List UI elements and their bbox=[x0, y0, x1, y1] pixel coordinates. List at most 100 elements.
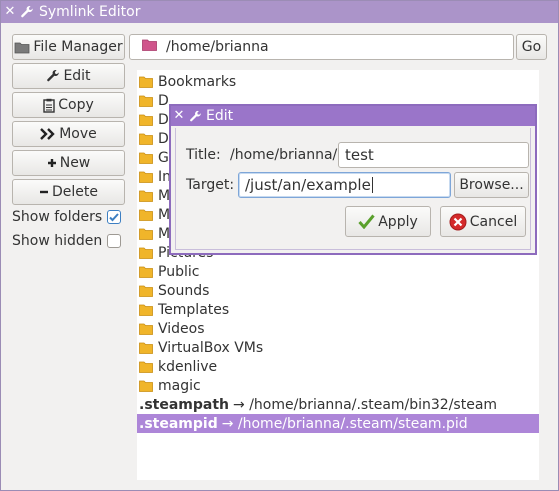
folder-row[interactable]: Bookmarks bbox=[137, 72, 539, 91]
go-button[interactable]: Go bbox=[516, 34, 547, 60]
clipboard-icon bbox=[43, 98, 55, 113]
folder-icon bbox=[139, 190, 153, 202]
folder-row[interactable]: VirtualBox VMs bbox=[137, 338, 539, 357]
show-hidden-row[interactable]: Show hidden bbox=[12, 233, 122, 249]
target-input-value: /just/an/example bbox=[245, 176, 371, 194]
symlink-name: .steampid bbox=[139, 415, 218, 432]
symlink-row[interactable]: .steampid → /home/brianna/.steam/steam.pi… bbox=[137, 414, 539, 433]
dialog-title: Edit bbox=[206, 108, 234, 124]
show-folders-checkbox[interactable] bbox=[107, 210, 122, 224]
symlink-name: .steampath bbox=[139, 396, 230, 413]
folder-icon bbox=[139, 209, 153, 221]
folder-row[interactable]: Templates bbox=[137, 300, 539, 319]
copy-label: Copy bbox=[58, 97, 94, 113]
delete-label: Delete bbox=[52, 184, 98, 200]
new-label: New bbox=[59, 155, 91, 171]
title-input-value: test bbox=[345, 146, 374, 164]
folder-name: Bookmarks bbox=[158, 73, 237, 90]
symlink-editor-window: ✕ Symlink Editor File Manager Edit Copy bbox=[0, 0, 559, 491]
symlink-target: → /home/brianna/.steam/bin32/steam bbox=[233, 396, 498, 413]
path-text: /home/brianna bbox=[166, 39, 269, 55]
folder-icon bbox=[139, 285, 153, 297]
folder-row[interactable]: magic bbox=[137, 376, 539, 395]
close-icon[interactable]: ✕ bbox=[171, 106, 187, 126]
show-hidden-checkbox[interactable] bbox=[107, 234, 122, 248]
folder-icon bbox=[139, 342, 153, 354]
text-caret bbox=[371, 177, 373, 193]
folder-icon bbox=[139, 228, 153, 240]
title-input[interactable]: test bbox=[338, 142, 529, 168]
symlink-row[interactable]: .steampath → /home/brianna/.steam/bin32/s… bbox=[137, 395, 539, 414]
folder-icon bbox=[139, 266, 153, 278]
apply-label: Apply bbox=[378, 213, 418, 230]
folder-icon bbox=[139, 304, 153, 316]
symlink-target: → /home/brianna/.steam/steam.pid bbox=[221, 415, 468, 432]
path-bar[interactable]: /home/brianna bbox=[129, 34, 514, 60]
folder-icon bbox=[142, 39, 157, 55]
browse-button[interactable]: Browse... bbox=[454, 172, 529, 198]
folder-name: kdenlive bbox=[158, 358, 218, 375]
titlebar: ✕ Symlink Editor bbox=[1, 1, 558, 23]
delete-button[interactable]: Delete bbox=[12, 179, 125, 205]
folder-row[interactable]: Public bbox=[137, 262, 539, 281]
folder-name: D bbox=[158, 92, 169, 109]
folder-name: Public bbox=[158, 263, 200, 280]
folder-icon bbox=[139, 95, 153, 107]
copy-button[interactable]: Copy bbox=[12, 92, 125, 118]
edit-dialog: ✕ Edit Title: /home/brianna/ test Target… bbox=[169, 104, 537, 255]
go-label: Go bbox=[521, 39, 542, 55]
browse-label: Browse... bbox=[459, 177, 524, 193]
folder-name: Videos bbox=[158, 320, 205, 337]
folder-name: VirtualBox VMs bbox=[158, 339, 264, 356]
plus-icon bbox=[47, 158, 57, 168]
folder-icon bbox=[139, 133, 153, 145]
dialog-titlebar: ✕ Edit bbox=[171, 106, 535, 126]
folder-icon bbox=[139, 247, 153, 259]
folder-row[interactable]: Videos bbox=[137, 319, 539, 338]
double-chevron-right-icon bbox=[40, 128, 56, 140]
target-label: Target: bbox=[186, 177, 235, 193]
edit-button[interactable]: Edit bbox=[12, 63, 125, 89]
apply-button[interactable]: Apply bbox=[345, 206, 431, 237]
folder-name: D bbox=[158, 111, 169, 128]
folder-icon bbox=[139, 380, 153, 392]
wrench-icon bbox=[187, 108, 203, 124]
title-label: Title: bbox=[186, 147, 221, 163]
move-label: Move bbox=[59, 126, 97, 142]
folder-icon bbox=[139, 152, 153, 164]
move-button[interactable]: Move bbox=[12, 121, 125, 147]
folder-icon bbox=[14, 41, 30, 54]
folder-icon bbox=[139, 76, 153, 88]
folder-row[interactable]: kdenlive bbox=[137, 357, 539, 376]
title-prefix: /home/brianna/ bbox=[230, 147, 338, 163]
wrench-icon bbox=[46, 69, 60, 83]
file-manager-label: File Manager bbox=[33, 39, 123, 55]
new-button[interactable]: New bbox=[12, 150, 125, 176]
folder-name: D bbox=[158, 130, 169, 147]
folder-icon bbox=[139, 361, 153, 373]
window-title: Symlink Editor bbox=[39, 4, 141, 20]
show-folders-label: Show folders bbox=[12, 209, 103, 225]
show-hidden-label: Show hidden bbox=[12, 233, 103, 249]
folder-name: magic bbox=[158, 377, 201, 394]
show-folders-row[interactable]: Show folders bbox=[12, 209, 122, 225]
close-icon[interactable]: ✕ bbox=[1, 1, 19, 23]
folder-icon bbox=[139, 114, 153, 126]
checkmark-icon bbox=[358, 214, 375, 229]
checkmark-icon bbox=[109, 213, 119, 222]
target-input[interactable]: /just/an/example bbox=[238, 172, 451, 198]
cancel-button[interactable]: Cancel bbox=[440, 206, 526, 237]
minus-icon bbox=[39, 187, 49, 197]
cancel-icon bbox=[449, 213, 467, 231]
folder-name: Templates bbox=[158, 301, 230, 318]
cancel-label: Cancel bbox=[469, 213, 518, 230]
wrench-icon bbox=[19, 4, 35, 20]
file-manager-button[interactable]: File Manager bbox=[12, 34, 125, 60]
folder-name: G bbox=[158, 149, 169, 166]
folder-row[interactable]: Sounds bbox=[137, 281, 539, 300]
edit-label: Edit bbox=[63, 68, 91, 84]
folder-name: Sounds bbox=[158, 282, 210, 299]
folder-icon bbox=[139, 323, 153, 335]
folder-icon bbox=[139, 171, 153, 183]
dialog-body: Title: /home/brianna/ test Target: /just… bbox=[175, 128, 531, 250]
